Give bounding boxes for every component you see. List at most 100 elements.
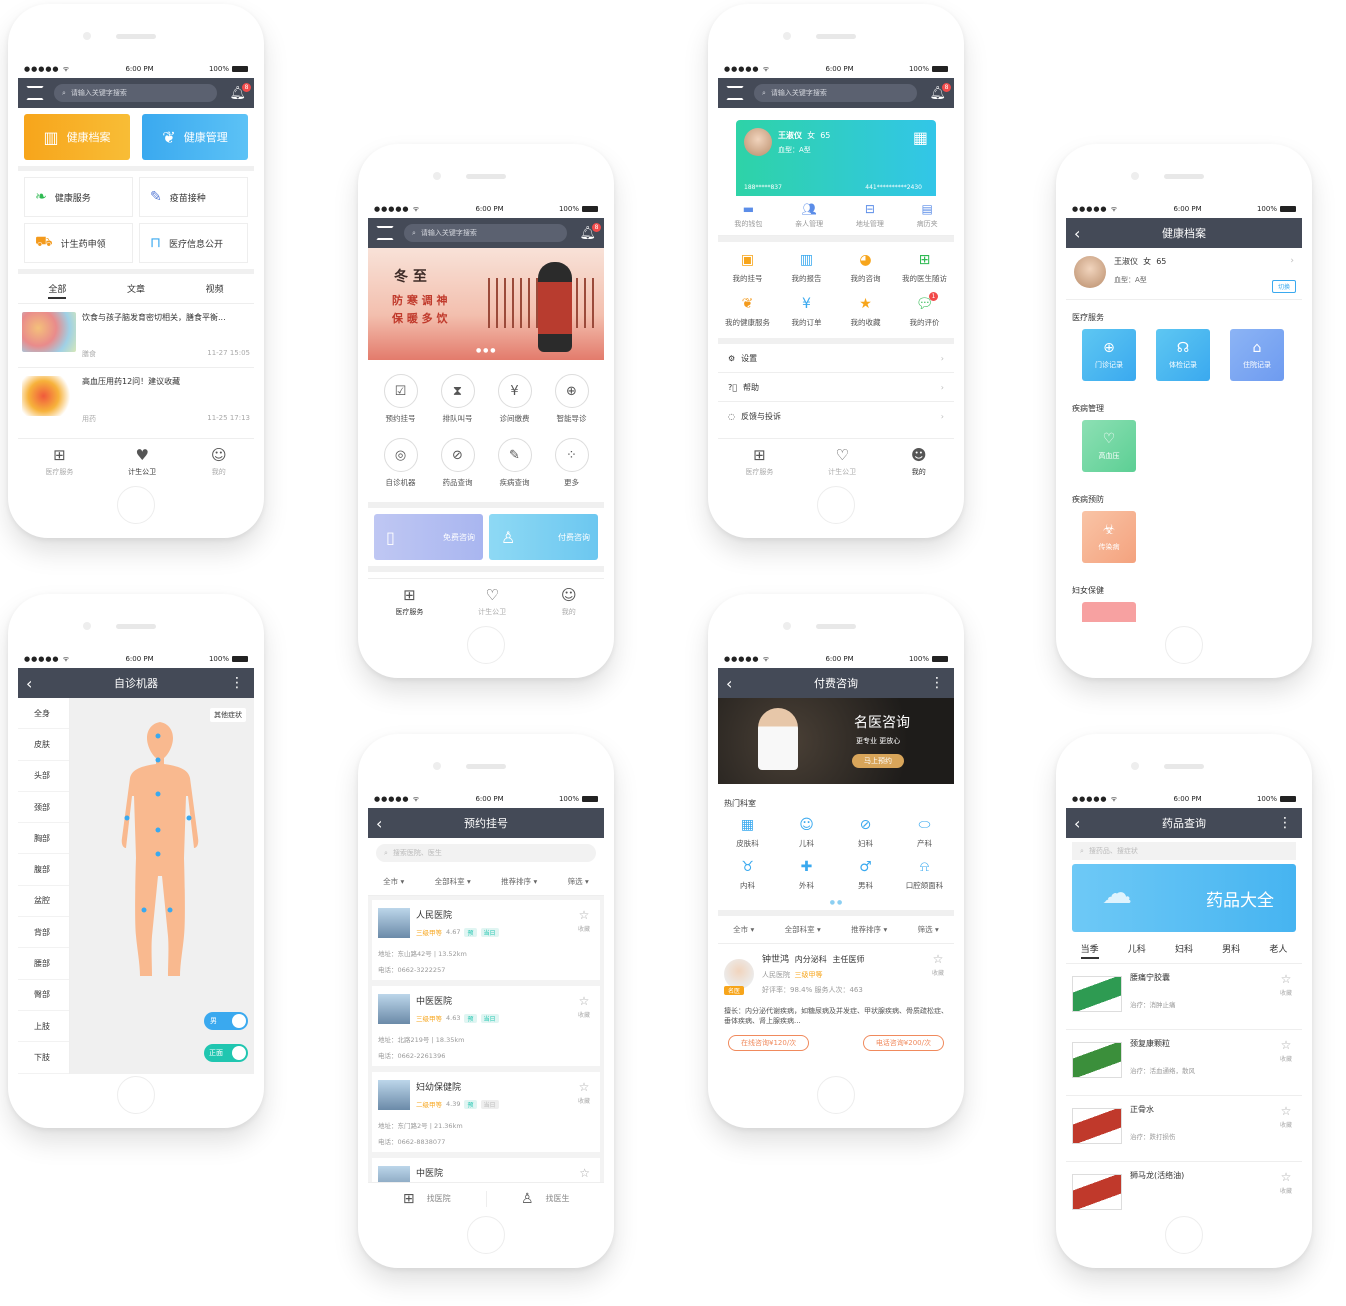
body-part-item[interactable]: 上肢 <box>18 1011 69 1043</box>
other-symptoms-button[interactable]: 其他症状 <box>210 708 246 722</box>
view-toggle[interactable]: 正面 <box>204 1044 248 1062</box>
women-card[interactable] <box>1082 602 1136 622</box>
dept-derma[interactable]: ▦ 皮肤科 <box>718 817 777 849</box>
menu-orders[interactable]: ¥ 我的订单 <box>777 296 836 328</box>
drug-tab[interactable]: 男科 <box>1222 942 1240 959</box>
bell-icon[interactable]: 🔔︎ 8 <box>929 82 951 101</box>
book-now-button[interactable]: 马上预约 <box>852 754 904 768</box>
search-input[interactable]: ⌕ 请输入关键字搜索 <box>754 84 918 102</box>
dept-pediatric[interactable]: ☺ 儿科 <box>777 817 836 849</box>
body-part-item[interactable]: 盆腔 <box>18 886 69 918</box>
grid-guide[interactable]: ⊕ 智能导诊 <box>543 374 600 424</box>
tab-public[interactable]: ♥ 计生公卫 <box>128 446 156 477</box>
dept-andrology[interactable]: ♂ 男科 <box>836 859 895 891</box>
back-icon[interactable]: ‹ <box>26 674 32 693</box>
drug-item[interactable]: 颈复康颗粒 治疗：活血通络，散风 ☆ 收藏 <box>1066 1030 1302 1096</box>
quick-address[interactable]: ⊟ 地址管理 <box>856 202 884 229</box>
find-doctor-tab[interactable]: ♙ 找医生 <box>487 1191 605 1207</box>
filter-sort[interactable]: 推荐排序 ▾ <box>851 924 887 935</box>
winter-banner[interactable]: 冬 至 防 寒 调 神 保 暖 多 饮 ● ● ● <box>368 248 604 360</box>
drug-item[interactable]: 狮马龙(活络油) ☆ 收藏 <box>1066 1162 1302 1214</box>
patient-header[interactable]: 王淑仪 女 65 血型：A型 › 切换 <box>1066 248 1302 300</box>
inpatient-card[interactable]: ⌂ 住院记录 <box>1230 329 1284 381</box>
favorite-button[interactable]: ☆ <box>579 1166 590 1180</box>
scan-icon[interactable] <box>726 86 744 100</box>
dept-internal[interactable]: ♉ 内科 <box>718 859 777 891</box>
quick-records[interactable]: ▤ 病历夹 <box>917 202 938 229</box>
back-icon[interactable]: ‹ <box>726 674 732 693</box>
drug-tab[interactable]: 老人 <box>1269 942 1287 959</box>
favorite-button[interactable]: ☆ 收藏 <box>1280 1170 1292 1195</box>
tab-medical[interactable]: ⊞ 医疗服务 <box>395 586 423 617</box>
health-record-banner[interactable]: ▥ 健康档案 <box>24 114 130 160</box>
favorite-button[interactable]: ☆ 收藏 <box>1280 972 1292 997</box>
grid-more[interactable]: ⁘ 更多 <box>543 438 600 488</box>
checkup-card[interactable]: ☊ 体检记录 <box>1156 329 1210 381</box>
back-icon[interactable]: ‹ <box>376 814 382 833</box>
body-part-item[interactable]: 全身 <box>18 698 69 730</box>
phone-consult-button[interactable]: 电话咨询¥200/次 <box>862 1034 944 1051</box>
body-part-item[interactable]: 腰部 <box>18 948 69 980</box>
health-manage-banner[interactable]: ❦ 健康管理 <box>142 114 248 160</box>
list-item[interactable]: 高血压用药12问！建议收藏 用药 11-25 17:13 <box>18 368 254 432</box>
hypertension-card[interactable]: ♡ 高血压 <box>1082 420 1136 472</box>
dept-obstetric[interactable]: ⬭ 产科 <box>895 817 954 849</box>
menu-consults[interactable]: ◕ 我的咨询 <box>836 252 895 284</box>
outpatient-card[interactable]: ⊕ 门诊记录 <box>1082 329 1136 381</box>
switch-button[interactable]: 切换 <box>1271 280 1296 293</box>
more-icon[interactable]: ⋮ <box>1278 815 1292 831</box>
drug-banner[interactable]: ☁ 药品大全 <box>1072 864 1296 932</box>
filter-sort[interactable]: 推荐排序 ▾ <box>501 876 537 887</box>
back-icon[interactable]: ‹ <box>1074 224 1080 243</box>
more-icon[interactable]: ⋮ <box>230 675 244 691</box>
famous-doctor-banner[interactable]: 名医咨询 更专业 更放心 马上预约 <box>718 698 954 784</box>
drug-item[interactable]: 正骨水 治疗：跌打损伤 ☆ 收藏 <box>1066 1096 1302 1162</box>
hospital-card[interactable]: 妇幼保健院 二级甲等 4.39 预当日 地址：东门路2号 | 21.36km 电话：066… <box>372 1072 600 1152</box>
gender-toggle[interactable]: 男 <box>204 1012 248 1030</box>
infectious-card[interactable]: ☣ 传染病 <box>1082 511 1136 563</box>
dept-gyn[interactable]: ⊘ 妇科 <box>836 817 895 849</box>
dept-surgery[interactable]: ✚ 外科 <box>777 859 836 891</box>
tab-mine[interactable]: ☺ 我的 <box>561 586 577 617</box>
tab-all[interactable]: 全部 <box>48 282 67 299</box>
service-info[interactable]: ⊓ 医疗信息公开 <box>139 223 248 263</box>
favorite-button[interactable]: ☆ 收藏 <box>578 1080 590 1105</box>
favorite-button[interactable]: ☆ 收藏 <box>578 994 590 1019</box>
filter-dept[interactable]: 全部科室 ▾ <box>435 876 471 887</box>
filter-city[interactable]: 全市 ▾ <box>733 924 754 935</box>
qrcode-icon[interactable]: ▦ <box>913 128 928 147</box>
hospital-card[interactable]: 人民医院 三级甲等 4.67 预当日 地址：东山路42号 | 13.52km 电话：066… <box>372 900 600 980</box>
body-part-item[interactable]: 颈部 <box>18 792 69 824</box>
service-medicine[interactable]: ⛟ 计生药申领 <box>24 223 133 263</box>
bell-icon[interactable]: 🔔︎ 8 <box>229 82 251 101</box>
tab-public[interactable]: ♡ 计生公卫 <box>828 446 856 477</box>
hospital-card[interactable]: 中医医院 三级甲等 4.63 预当日 地址：北路219号 | 18.35km 电话：066… <box>372 986 600 1066</box>
member-card[interactable]: 王淑仪 女 65 血型：A型 ▦ 188*****837 441********… <box>736 120 936 196</box>
filter-city[interactable]: 全市 ▾ <box>383 876 404 887</box>
menu-reports[interactable]: ▥ 我的报告 <box>777 252 836 284</box>
doctor-card[interactable]: 名医 钟世鸿 内分泌科 主任医师 人民医院 三级甲等 好评率：98.4% 服务人… <box>718 944 954 1059</box>
body-part-item[interactable]: 臀部 <box>18 980 69 1011</box>
body-part-item[interactable]: 胸部 <box>18 823 69 855</box>
find-hospital-tab[interactable]: ⊞ 找医院 <box>368 1190 487 1207</box>
drug-tab[interactable]: 当季 <box>1080 942 1099 959</box>
dept-dental[interactable]: ⍾ 口腔颌面科 <box>895 859 954 891</box>
help-row[interactable]: ?⃝ 帮助 › <box>718 373 954 402</box>
drug-tab[interactable]: 儿科 <box>1128 942 1146 959</box>
favorite-button[interactable]: ☆ 收藏 <box>578 908 590 933</box>
free-consult-card[interactable]: ▯ 免费咨询 <box>374 514 483 560</box>
list-item[interactable]: 饮食与孩子脑发育密切相关，膳食平衡... 膳食 11-27 15:05 <box>18 304 254 368</box>
tab-video[interactable]: 视频 <box>206 282 224 299</box>
menu-reviews[interactable]: 💬︎ 1 我的评价 <box>895 292 954 328</box>
search-input[interactable]: ⌕ 请输入关键字搜索 <box>54 84 218 102</box>
search-input[interactable]: ⌕ 请输入关键字搜索 <box>404 224 568 242</box>
service-health[interactable]: ❧ 健康服务 <box>24 177 133 217</box>
tab-article[interactable]: 文章 <box>127 282 145 299</box>
search-input[interactable]: ⌕ 搜药品、搜症状 <box>1072 842 1296 860</box>
tab-medical[interactable]: ⊞ 医疗服务 <box>745 446 773 477</box>
body-part-item[interactable]: 头部 <box>18 761 69 792</box>
grid-disease[interactable]: ✎ 疾病查询 <box>486 438 543 488</box>
search-input[interactable]: ⌕ 搜索医院、医生 <box>376 844 596 862</box>
grid-queue[interactable]: ⧗ 排队叫号 <box>429 374 486 424</box>
body-part-item[interactable]: 皮肤 <box>18 729 69 761</box>
